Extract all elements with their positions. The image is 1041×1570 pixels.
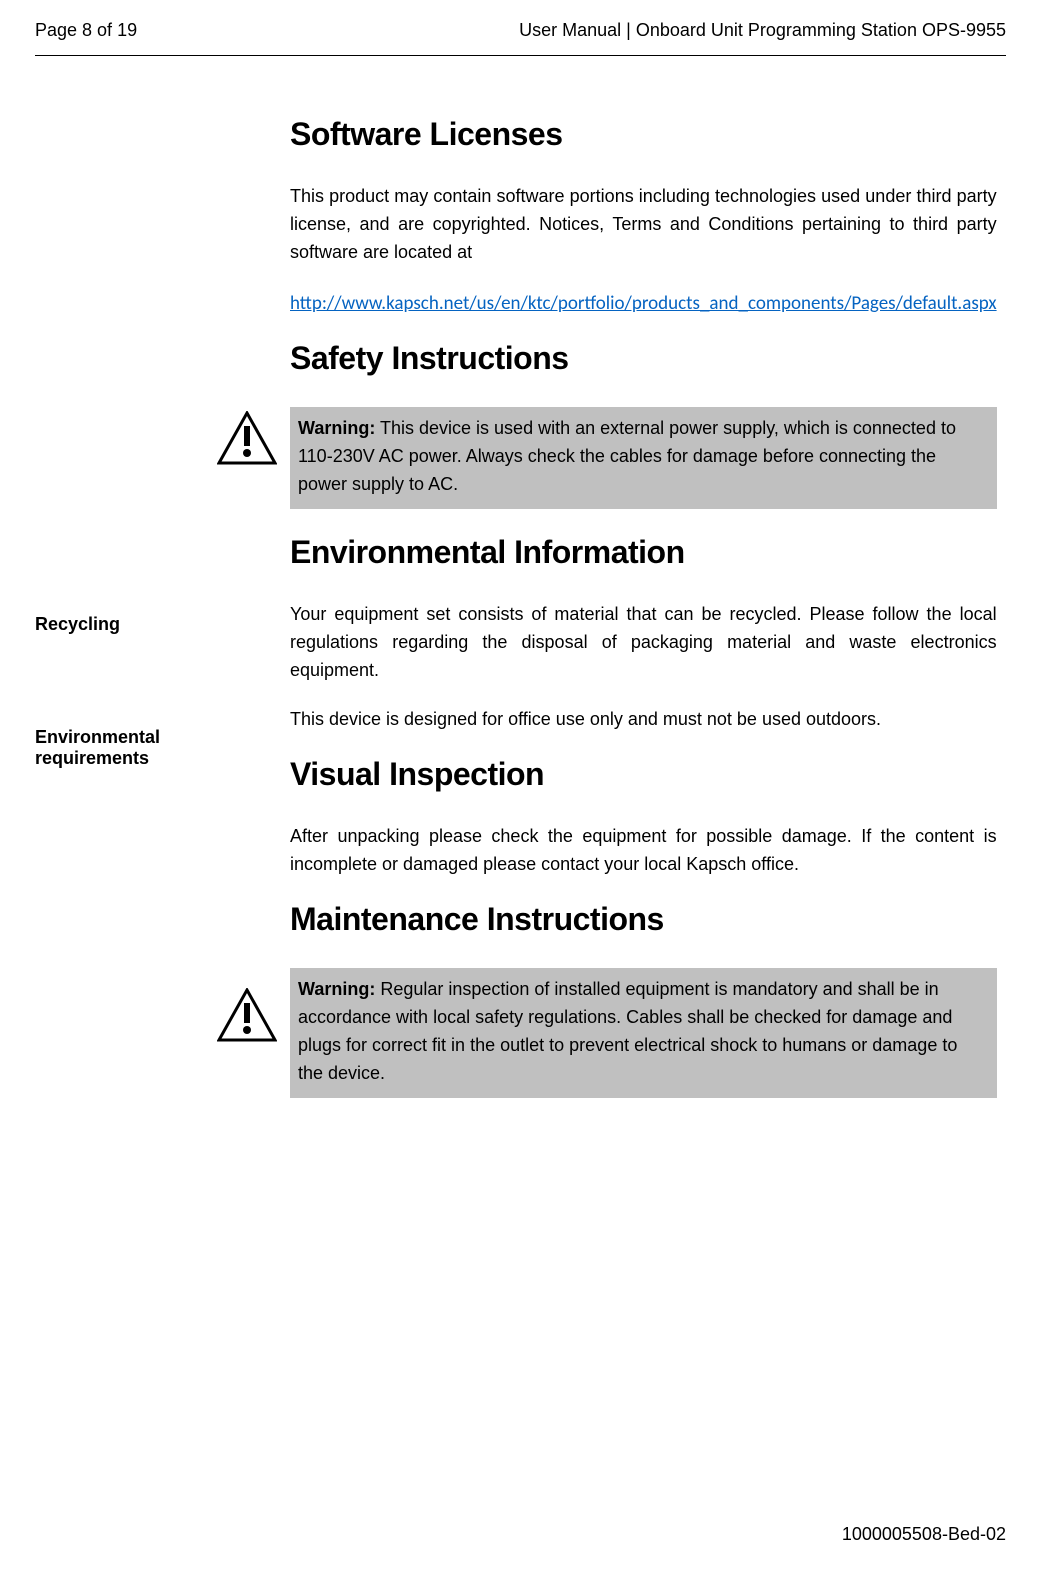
software-licenses-link[interactable]: http://www.kapsch.net/us/en/ktc/portfoli… bbox=[290, 292, 997, 315]
warning-icon bbox=[217, 988, 277, 1044]
env-req-paragraph: This device is designed for office use o… bbox=[290, 706, 997, 734]
sidebar-label-env-req: Environmental requirements bbox=[35, 727, 270, 769]
sidebar-label-recycling: Recycling bbox=[35, 614, 270, 635]
heading-software-licenses: Software Licenses bbox=[290, 116, 997, 153]
maintenance-warning-row: Warning: Regular inspection of installed… bbox=[217, 968, 997, 1098]
software-licenses-paragraph: This product may contain software portio… bbox=[290, 183, 997, 267]
main-content: Software Licenses This product may conta… bbox=[290, 116, 1007, 1123]
maintenance-warning-text: Regular inspection of installed equipmen… bbox=[298, 979, 957, 1083]
heading-visual-inspection: Visual Inspection bbox=[290, 756, 997, 793]
heading-maintenance-instructions: Maintenance Instructions bbox=[290, 901, 997, 938]
visual-inspection-paragraph: After unpacking please check the equipme… bbox=[290, 823, 997, 879]
page-header: Page 8 of 19 User Manual | Onboard Unit … bbox=[35, 20, 1006, 56]
heading-environmental-information: Environmental Information bbox=[290, 534, 997, 571]
maintenance-warning-label: Warning: bbox=[298, 979, 375, 999]
document-title: User Manual | Onboard Unit Programming S… bbox=[519, 20, 1006, 41]
safety-warning-box: Warning: This device is used with an ext… bbox=[290, 407, 997, 509]
content-area: Recycling Environmental requirements Sof… bbox=[35, 116, 1006, 1123]
maintenance-warning-box: Warning: Regular inspection of installed… bbox=[290, 968, 997, 1098]
heading-safety-instructions: Safety Instructions bbox=[290, 340, 997, 377]
safety-warning-label: Warning: bbox=[298, 418, 375, 438]
page-indicator: Page 8 of 19 bbox=[35, 20, 137, 41]
safety-warning-text: This device is used with an external pow… bbox=[298, 418, 956, 494]
footer-doc-number: 1000005508-Bed-02 bbox=[842, 1524, 1006, 1545]
warning-icon bbox=[217, 411, 277, 467]
safety-warning-row: Warning: This device is used with an ext… bbox=[217, 407, 997, 509]
recycling-paragraph: Your equipment set consists of material … bbox=[290, 601, 997, 685]
